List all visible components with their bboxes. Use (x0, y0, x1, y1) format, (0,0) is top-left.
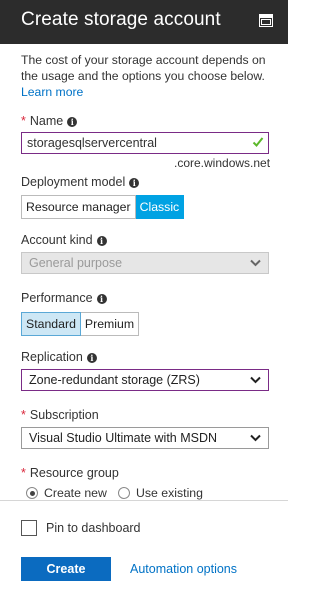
info-icon[interactable]: i (86, 353, 97, 363)
replication-label: Replication i (21, 350, 97, 364)
replication-select[interactable]: Zone-redundant storage (ZRS) (21, 369, 269, 391)
required-marker: * (21, 408, 26, 422)
name-label-text: Name (29, 114, 64, 128)
name-label: * Name i (21, 114, 78, 128)
name-input[interactable]: storagesqlservercentral (21, 132, 269, 154)
info-icon[interactable]: i (96, 236, 107, 246)
deployment-model-toggle: Resource manager Classic (21, 195, 185, 219)
chevron-down-icon (250, 259, 261, 267)
radio-unselected-icon[interactable] (118, 487, 130, 499)
info-icon[interactable]: i (96, 294, 107, 304)
subscription-select[interactable]: Visual Studio Ultimate with MSDN (21, 427, 269, 449)
account-kind-label-text: Account kind (21, 233, 93, 247)
blade-footer: Pin to dashboard Create Automation optio… (0, 500, 288, 597)
create-new-radio[interactable]: Create new (26, 486, 107, 500)
info-icon[interactable]: i (129, 178, 140, 188)
info-icon[interactable]: i (67, 117, 78, 127)
cost-description-text: The cost of your storage account depends… (21, 53, 266, 83)
performance-toggle: Standard Premium (21, 312, 140, 336)
classic-option[interactable]: Classic (135, 195, 185, 219)
standard-option[interactable]: Standard (21, 312, 81, 336)
subscription-label: * Subscription (21, 408, 99, 422)
resource-group-label-text: Resource group (29, 466, 119, 480)
pin-checkbox[interactable] (21, 520, 37, 536)
resource-group-label: * Resource group (21, 466, 119, 480)
account-kind-value: General purpose (29, 256, 123, 270)
name-input-value: storagesqlservercentral (27, 136, 157, 150)
replication-label-text: Replication (21, 350, 83, 364)
form-scroll-area[interactable]: The cost of your storage account depends… (0, 44, 288, 500)
performance-label: Performance i (21, 291, 107, 305)
learn-more-link[interactable]: Learn more (21, 84, 271, 100)
deployment-model-label: Deployment model i (21, 175, 140, 189)
subscription-value: Visual Studio Ultimate with MSDN (29, 431, 218, 445)
chevron-down-icon (250, 376, 261, 384)
use-existing-radio[interactable]: Use existing (118, 486, 203, 500)
pin-to-dashboard[interactable]: Pin to dashboard (21, 520, 141, 536)
blade-title: Create storage account (21, 9, 221, 30)
radio-selected-icon[interactable] (26, 487, 38, 499)
performance-label-text: Performance (21, 291, 93, 305)
premium-option[interactable]: Premium (80, 312, 140, 336)
create-new-label: Create new (44, 486, 107, 500)
account-kind-label: Account kind i (21, 233, 107, 247)
domain-suffix: .core.windows.net (174, 156, 271, 170)
required-marker: * (21, 466, 26, 480)
check-icon (252, 137, 264, 147)
pin-label: Pin to dashboard (46, 521, 141, 535)
deployment-model-label-text: Deployment model (21, 175, 126, 189)
use-existing-label: Use existing (136, 486, 203, 500)
title-bar: Create storage account (0, 0, 288, 44)
maximize-icon[interactable] (259, 14, 273, 27)
account-kind-select: General purpose (21, 252, 269, 274)
automation-options-link[interactable]: Automation options (130, 562, 237, 576)
resource-manager-option[interactable]: Resource manager (21, 195, 136, 219)
replication-value: Zone-redundant storage (ZRS) (29, 373, 200, 387)
cost-description: The cost of your storage account depends… (21, 52, 271, 100)
create-button[interactable]: Create (21, 557, 111, 581)
chevron-down-icon (250, 434, 261, 442)
required-marker: * (21, 114, 26, 128)
subscription-label-text: Subscription (29, 408, 99, 422)
